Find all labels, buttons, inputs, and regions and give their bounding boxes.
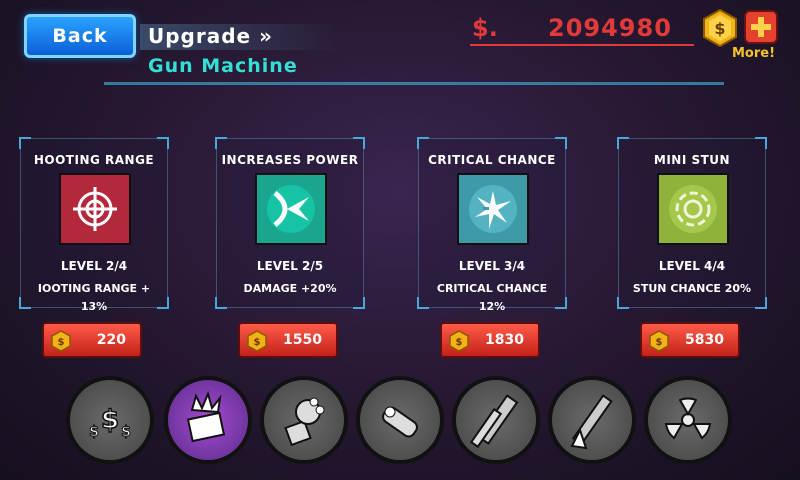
weapon-subtitle: Gun Machine <box>148 55 298 77</box>
card-corner <box>19 137 31 149</box>
blade-icon <box>469 394 519 449</box>
upgrade-title: Upgrade » <box>148 24 273 48</box>
back-button[interactable]: Back <box>24 14 136 58</box>
card-title: INCREASES POWER <box>221 153 359 167</box>
svg-text:$: $ <box>254 337 261 348</box>
svg-text:$: $ <box>58 337 65 348</box>
price-label: 220 <box>96 332 126 348</box>
buy-upgrade-button[interactable]: $220 <box>42 322 142 358</box>
card-desc-line1: IOOTING RANGE + <box>37 282 151 295</box>
coin-icon: $ <box>649 330 669 352</box>
card-title: MINI STUN <box>653 153 731 167</box>
weapon-slot[interactable] <box>548 376 636 464</box>
more-currency-link[interactable]: More! <box>732 46 775 61</box>
card-desc-line1: DAMAGE +20% <box>243 282 337 295</box>
critical-spark-icon <box>457 173 529 245</box>
currency-symbol: $. <box>472 14 498 42</box>
card-level: LEVEL 4/4 <box>658 259 726 273</box>
weapon-slot[interactable] <box>356 376 444 464</box>
money-icon: $$ $ <box>89 404 132 440</box>
add-currency-icon[interactable] <box>744 10 778 44</box>
card-desc-line1: CRITICAL CHANCE <box>436 282 548 295</box>
svg-text:$: $ <box>656 337 663 348</box>
price-label: 1550 <box>283 332 322 348</box>
svg-text:$: $ <box>714 19 725 38</box>
buy-upgrade-button[interactable]: $5830 <box>640 322 740 358</box>
currency-amount: 2094980 <box>548 14 672 42</box>
card-corner <box>215 297 227 309</box>
svg-text:$: $ <box>101 405 119 435</box>
card-description: IOOTING RANGE + 13% <box>21 280 167 316</box>
card-corner <box>617 137 629 149</box>
weapon-slot[interactable] <box>452 376 540 464</box>
card-corner <box>617 297 629 309</box>
card-level: LEVEL 3/4 <box>458 259 526 273</box>
svg-text:$: $ <box>121 424 131 440</box>
card-level: LEVEL 2/5 <box>256 259 324 273</box>
card-corner <box>755 297 767 309</box>
currency-underline <box>470 44 694 46</box>
card-title: CRITICAL CHANCE <box>428 153 556 167</box>
missile-icon <box>382 406 418 438</box>
weapon-slot[interactable] <box>164 376 252 464</box>
crosshair-icon <box>59 173 131 245</box>
card-corner <box>215 137 227 149</box>
card-corner <box>157 137 169 149</box>
upgrade-card: INCREASES POWER LEVEL 2/5 DAMAGE +20% <box>215 137 365 309</box>
card-desc-line2: 12% <box>478 300 506 313</box>
buy-upgrade-button[interactable]: $1550 <box>238 322 338 358</box>
laser-icon <box>570 394 613 450</box>
gun-machine-icon <box>186 391 226 443</box>
stun-ring-icon <box>657 173 729 245</box>
card-title: HOOTING RANGE <box>33 153 155 167</box>
card-description: CRITICAL CHANCE 12% <box>419 280 565 316</box>
card-description: DAMAGE +20% <box>217 280 363 298</box>
card-corner <box>353 297 365 309</box>
card-corner <box>353 137 365 149</box>
card-level: LEVEL 2/4 <box>60 259 128 273</box>
upgrade-card: CRITICAL CHANCE LEVEL 3/4 CRITICAL CHANCE 1… <box>417 137 567 313</box>
coin-icon: $ <box>247 330 267 352</box>
upgrade-card: HOOTING RANGE LEVEL 2/4 IOOTING RANGE + 13% <box>19 137 169 313</box>
weapon-slot[interactable] <box>644 376 732 464</box>
buy-upgrade-button[interactable]: $1830 <box>440 322 540 358</box>
grab-hand-icon <box>284 397 325 447</box>
coin-icon: $ <box>449 330 469 352</box>
card-corner <box>755 137 767 149</box>
svg-text:$: $ <box>456 337 463 348</box>
card-corner <box>555 137 567 149</box>
price-label: 1830 <box>485 332 524 348</box>
coin-icon: $ <box>703 8 737 48</box>
weapon-slot[interactable]: $ $ $ <box>66 376 154 464</box>
card-description: STUN CHANCE 20% <box>619 280 765 298</box>
price-label: 5830 <box>685 332 724 348</box>
card-corner <box>417 137 429 149</box>
upgrade-card: MINI STUN LEVEL 4/4 STUN CHANCE 20% <box>617 137 767 309</box>
card-desc-line2: 13% <box>80 300 108 313</box>
radiation-icon <box>664 397 712 440</box>
power-burst-icon <box>255 173 327 245</box>
svg-text:$: $ <box>89 424 99 440</box>
coin-icon: $ <box>51 330 71 352</box>
card-desc-line1: STUN CHANCE 20% <box>632 282 752 295</box>
header-divider <box>104 82 724 85</box>
weapon-slot[interactable] <box>260 376 348 464</box>
